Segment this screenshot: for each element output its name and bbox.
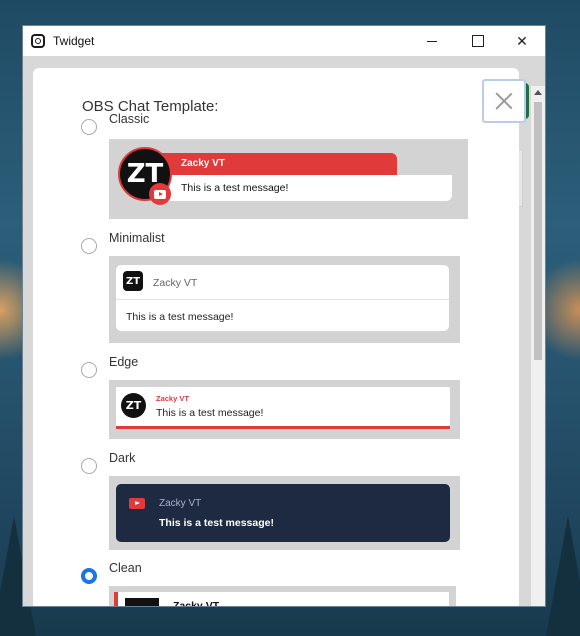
avatar xyxy=(125,598,159,606)
modal-heading: OBS Chat Template: xyxy=(82,98,219,115)
modal-close-button[interactable] xyxy=(482,79,526,123)
avatar: ZT xyxy=(121,393,146,418)
radio-clean[interactable] xyxy=(81,568,97,584)
app-window: Twidget ✕ OBS Chat Template: Classic Zac… xyxy=(22,25,546,607)
title-bar: Twidget ✕ xyxy=(23,26,545,56)
option-classic[interactable]: Classic xyxy=(81,112,149,135)
scrollbar[interactable] xyxy=(531,86,545,606)
option-edge[interactable]: Edge xyxy=(81,355,138,378)
radio-dark[interactable] xyxy=(81,458,97,474)
message-card xyxy=(118,592,449,606)
preview-username: Zacky VT xyxy=(181,158,225,169)
preview-username: Zacky VT xyxy=(156,394,189,403)
preview-message: This is a test message! xyxy=(156,407,264,419)
option-label: Clean xyxy=(109,561,142,575)
preview-message: This is a test message! xyxy=(181,182,289,194)
wallpaper-tree xyxy=(546,516,580,636)
radio-classic[interactable] xyxy=(81,119,97,135)
scroll-thumb[interactable] xyxy=(534,102,542,360)
preview-minimalist: ZT Zacky VT This is a test message! xyxy=(109,256,460,343)
client-area: OBS Chat Template: Classic Zacky VT This… xyxy=(23,56,545,606)
option-minimalist[interactable]: Minimalist xyxy=(81,231,165,254)
option-label: Classic xyxy=(109,112,150,126)
preview-edge: ZT Zacky VT This is a test message! xyxy=(109,380,460,439)
option-clean[interactable]: Clean xyxy=(81,561,142,584)
youtube-icon xyxy=(149,183,171,205)
preview-message: This is a test message! xyxy=(126,311,234,323)
template-modal: OBS Chat Template: Classic Zacky VT This… xyxy=(33,68,526,606)
preview-message: This is a test message! xyxy=(159,517,274,529)
preview-username: Zacky VT xyxy=(159,498,202,509)
option-dark[interactable]: Dark xyxy=(81,451,135,474)
youtube-icon xyxy=(129,498,145,509)
option-label: Dark xyxy=(109,451,136,465)
option-label: Minimalist xyxy=(109,231,165,245)
minimize-button[interactable] xyxy=(409,26,455,56)
radio-minimalist[interactable] xyxy=(81,238,97,254)
radio-edge[interactable] xyxy=(81,362,97,378)
preview-classic: Zacky VT This is a test message! ZT xyxy=(109,139,468,219)
avatar: ZT xyxy=(123,271,143,291)
minimize-icon xyxy=(427,40,437,42)
scroll-up-icon[interactable] xyxy=(534,90,542,95)
window-close-button[interactable]: ✕ xyxy=(499,26,545,56)
wallpaper-glow xyxy=(540,250,580,370)
maximize-icon xyxy=(472,35,484,47)
option-label: Edge xyxy=(109,355,139,369)
divider xyxy=(116,299,449,300)
preview-clean: Zacky VT xyxy=(109,586,456,606)
preview-dark: Zacky VT This is a test message! xyxy=(109,476,460,550)
close-icon xyxy=(495,92,513,110)
close-icon: ✕ xyxy=(516,32,528,49)
accent-bar xyxy=(116,426,450,429)
window-title: Twidget xyxy=(53,34,95,48)
app-icon xyxy=(31,34,45,48)
preview-username: Zacky VT xyxy=(153,277,198,289)
preview-username: Zacky VT xyxy=(173,600,220,606)
maximize-button[interactable] xyxy=(455,26,501,56)
message-card xyxy=(116,484,450,542)
